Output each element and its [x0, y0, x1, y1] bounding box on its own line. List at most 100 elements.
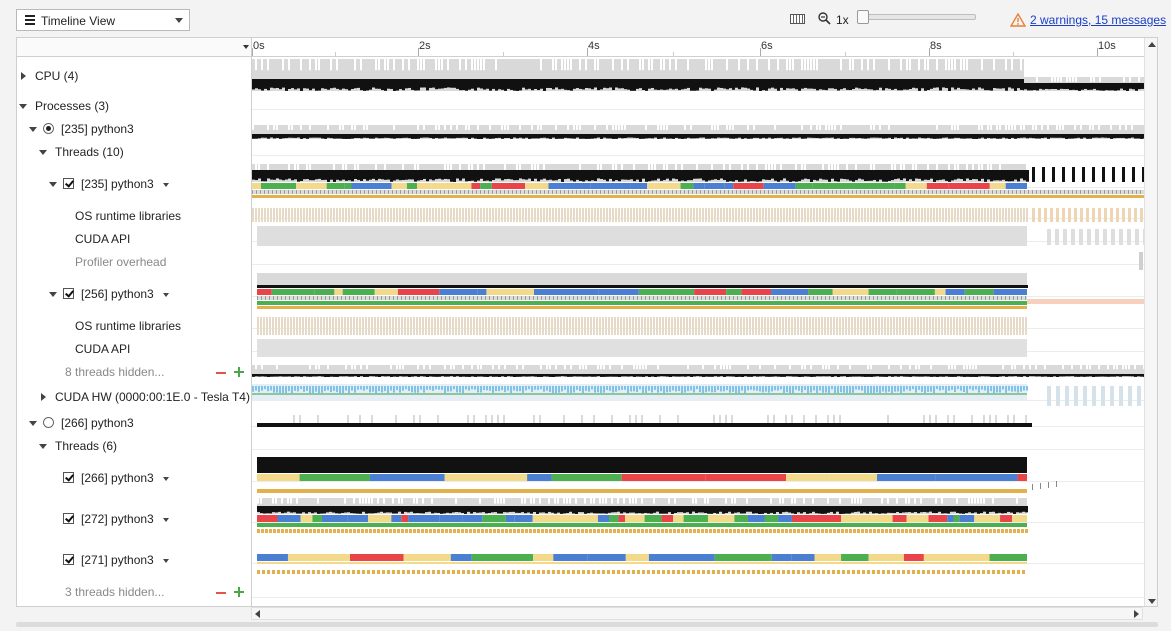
- plus-icon[interactable]: [234, 587, 244, 597]
- os-runtime-call: [941, 317, 943, 335]
- os-runtime-call: [1005, 529, 1008, 533]
- scroll-up-icon[interactable]: [1148, 42, 1156, 47]
- expand-arrow-icon[interactable]: [21, 72, 26, 80]
- chevron-down-icon[interactable]: [163, 559, 169, 563]
- plus-icon[interactable]: [234, 367, 244, 377]
- nvtx-range: [683, 515, 708, 522]
- os-runtime-call: [513, 529, 516, 533]
- os-runtime-call: [909, 208, 911, 222]
- collapse-arrow-icon[interactable]: [39, 150, 47, 155]
- os-runtime-call: [561, 529, 564, 533]
- thread-checkbox[interactable]: [63, 513, 74, 524]
- os-runtime-call: [657, 208, 659, 222]
- keyboard-icon[interactable]: [790, 14, 805, 24]
- os-runtime-call: [477, 570, 480, 574]
- os-runtime-call: [707, 570, 710, 574]
- os-runtime-call: [672, 570, 675, 574]
- tree-row-hidden-threads[interactable]: 8 threads hidden...: [17, 362, 251, 382]
- nvtx-range: [471, 183, 481, 189]
- thread-checkbox[interactable]: [63, 554, 74, 565]
- minus-icon[interactable]: [216, 372, 226, 374]
- os-runtime-call: [373, 529, 376, 533]
- os-runtime-call: [1122, 208, 1125, 222]
- tree-row-hidden-threads[interactable]: 3 threads hidden...: [17, 582, 251, 602]
- collapse-arrow-icon[interactable]: [49, 182, 57, 187]
- os-runtime-call: [367, 570, 370, 574]
- cuda-api-call: [1087, 229, 1091, 245]
- os-runtime-call: [806, 317, 808, 335]
- warnings-link[interactable]: 2 warnings, 15 messages: [1030, 13, 1166, 27]
- os-runtime-call: [513, 208, 515, 222]
- time-ruler[interactable]: 0s 2s 4s 6s 8s 10s: [252, 38, 1144, 57]
- os-runtime-call: [977, 317, 979, 335]
- os-runtime-call: [530, 317, 532, 335]
- os-runtime-call: [857, 529, 860, 533]
- process-radio[interactable]: [43, 123, 54, 134]
- view-selector[interactable]: Timeline View: [16, 9, 190, 31]
- os-runtime-call: [834, 208, 836, 222]
- vertical-scrollbar[interactable]: [1144, 38, 1157, 606]
- os-runtime-call: [449, 529, 452, 533]
- os-runtime-call: [465, 529, 468, 533]
- tick-label: 10s: [1098, 40, 1116, 52]
- collapse-arrow-icon[interactable]: [29, 421, 37, 426]
- os-runtime-call: [998, 317, 1000, 335]
- zoom-slider-handle[interactable]: [857, 10, 869, 24]
- os-runtime-call: [782, 570, 785, 574]
- os-runtime-call: [933, 208, 935, 222]
- nvtx-range: [590, 183, 631, 189]
- os-runtime-call: [719, 317, 721, 335]
- nvtx-range: [948, 183, 990, 189]
- os-runtime-call: [1002, 208, 1004, 222]
- os-runtime-call: [494, 317, 496, 335]
- horizontal-scrollbar[interactable]: [251, 607, 1143, 620]
- os-runtime-call: [849, 529, 852, 533]
- scroll-down-icon[interactable]: [1148, 599, 1156, 604]
- thread-checkbox[interactable]: [63, 288, 74, 299]
- chevron-down-icon[interactable]: [163, 518, 169, 522]
- collapse-arrow-icon[interactable]: [19, 104, 27, 109]
- nvtx-range: [417, 183, 432, 189]
- cuda-hw-band: [1083, 386, 1087, 406]
- timeline-canvas[interactable]: [252, 57, 1144, 607]
- os-runtime-call: [756, 208, 758, 222]
- nvtx-range: [778, 515, 792, 522]
- os-runtime-call: [377, 570, 380, 574]
- tree-label: Threads (6): [55, 439, 118, 453]
- collapse-arrow-icon[interactable]: [39, 444, 47, 449]
- os-runtime-call: [918, 208, 920, 222]
- thread-checkbox[interactable]: [63, 178, 74, 189]
- tree-label: OS runtime libraries: [75, 209, 182, 223]
- minus-icon[interactable]: [216, 592, 226, 594]
- tree-header[interactable]: [17, 38, 252, 57]
- scroll-left-icon[interactable]: [255, 610, 260, 618]
- os-runtime-call: [623, 317, 625, 335]
- os-runtime-call: [717, 208, 719, 222]
- os-runtime-call: [482, 317, 484, 335]
- os-runtime-call: [845, 529, 848, 533]
- cuda-hw-band: [1110, 386, 1114, 406]
- os-runtime-call: [777, 529, 780, 533]
- chevron-down-icon[interactable]: [163, 477, 169, 481]
- chevron-down-icon[interactable]: [163, 293, 169, 297]
- nvtx-range: [693, 183, 705, 189]
- process-radio[interactable]: [43, 417, 54, 428]
- nvtx-range: [724, 183, 734, 189]
- os-runtime-call: [1020, 208, 1022, 222]
- os-runtime-call: [277, 529, 280, 533]
- os-runtime-call: [606, 208, 608, 222]
- nvtx-range: [533, 554, 554, 561]
- expand-arrow-icon[interactable]: [41, 393, 46, 401]
- os-runtime-call: [333, 208, 335, 222]
- cuda-hw-band: [1137, 386, 1141, 406]
- thread-checkbox[interactable]: [63, 472, 74, 483]
- os-runtime-call: [441, 529, 444, 533]
- magnifier-icon[interactable]: [818, 12, 831, 25]
- tree-label: [271] python3: [81, 553, 154, 567]
- zoom-slider[interactable]: [857, 10, 976, 24]
- chevron-down-icon[interactable]: [163, 183, 169, 187]
- collapse-arrow-icon[interactable]: [49, 292, 57, 297]
- collapse-arrow-icon[interactable]: [29, 127, 37, 132]
- scroll-right-icon[interactable]: [1134, 610, 1139, 618]
- os-runtime-call: [632, 570, 635, 574]
